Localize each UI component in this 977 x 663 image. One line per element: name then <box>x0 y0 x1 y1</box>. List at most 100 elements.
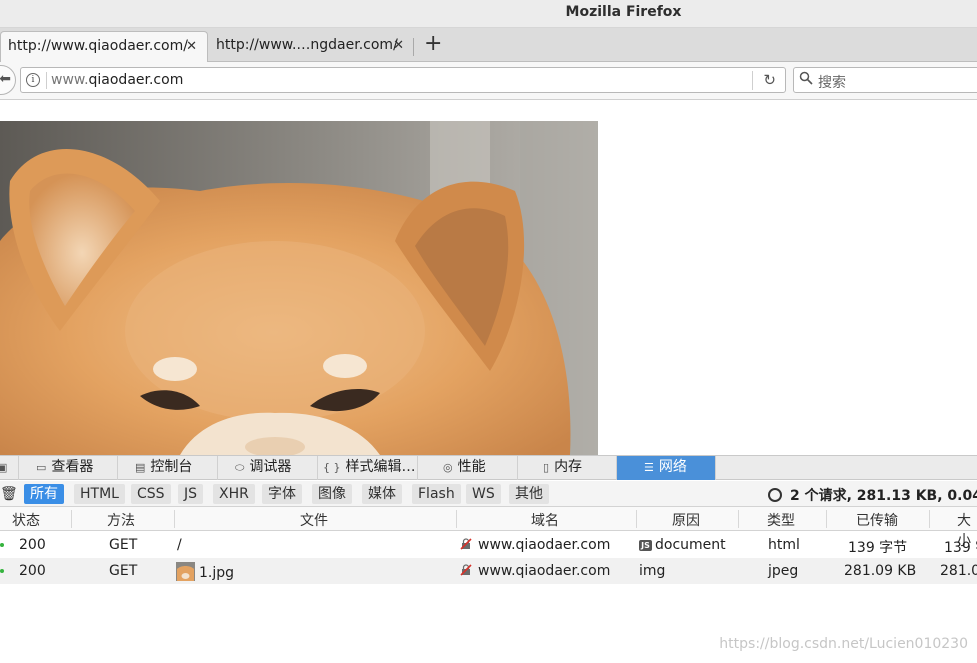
memory-icon: ▯ <box>543 461 550 474</box>
col-cause[interactable]: 原因 <box>672 510 700 530</box>
domain-text: www.qiaodaer.com <box>478 537 611 553</box>
status-ok-indicator <box>0 569 4 573</box>
tab-strip: http://www.qiaodaer.com/ ✕ http://www.…n… <box>0 28 977 62</box>
dog-image <box>0 121 598 455</box>
request-summary: 2 个请求, 281.13 KB, 0.04 秒 <box>768 485 977 505</box>
cell-file: 1.jpg <box>176 562 234 581</box>
devtools-tab-label: 样式编辑… <box>345 459 416 475</box>
image-thumbnail-icon <box>176 562 195 581</box>
filter-xhr[interactable]: XHR <box>213 484 255 504</box>
close-icon[interactable]: ✕ <box>393 38 404 53</box>
back-arrow-icon: ⬅ <box>0 71 11 87</box>
url-prefix: www. <box>51 72 89 88</box>
status-ok-indicator <box>0 543 4 547</box>
back-button[interactable]: ⬅ <box>0 65 16 95</box>
network-filter-bar: 🗑 所有 HTML CSS JS XHR 字体 图像 媒体 Flash WS 其… <box>0 481 977 507</box>
url-divider <box>46 72 47 89</box>
search-input[interactable]: 搜索 <box>793 67 977 93</box>
column-divider <box>929 510 930 528</box>
devtools-tab-console[interactable]: ▤ 控制台 <box>118 456 218 480</box>
summary-text: 2 个请求, 281.13 KB, 0.04 秒 <box>790 488 977 504</box>
devtools-tab-label: 性能 <box>457 459 486 475</box>
filter-other[interactable]: 其他 <box>509 484 549 504</box>
devtools-toolbar: ▣ ▭ 查看器 ▤ 控制台 ⬭ 调试器 { } 样式编辑… ◎ 性能 ▯ 内存 ☰ 网络 <box>0 455 977 480</box>
filter-ws[interactable]: WS <box>466 484 501 504</box>
performance-icon: ◎ <box>443 461 453 474</box>
new-tab-button[interactable]: + <box>424 31 442 57</box>
cell-size: 281.09 KB <box>940 563 977 579</box>
style-editor-icon: { } <box>323 461 341 474</box>
cell-file: / <box>177 537 182 553</box>
col-file[interactable]: 文件 <box>300 510 328 530</box>
column-divider <box>456 510 457 528</box>
devtools-tab-style-editor[interactable]: { } 样式编辑… <box>318 456 418 480</box>
col-transferred[interactable]: 已传输 <box>856 510 898 530</box>
cell-domain: www.qiaodaer.com <box>460 537 610 553</box>
performance-gauge-icon[interactable] <box>768 488 782 502</box>
filter-all[interactable]: 所有 <box>24 484 64 504</box>
filter-flash[interactable]: Flash <box>412 484 461 504</box>
table-row[interactable]: 200 GET 1.jpg www.qiaodaer.com img jpeg … <box>0 558 977 584</box>
col-domain[interactable]: 域名 <box>531 510 559 530</box>
file-name: 1.jpg <box>199 565 235 581</box>
devtools-tab-label: 内存 <box>554 459 583 475</box>
tab-label: http://www.qiaodaer.com/ <box>8 38 188 54</box>
tab-qiaodaer[interactable]: http://www.qiaodaer.com/ ✕ <box>0 31 208 62</box>
cause-text: document <box>655 537 726 553</box>
url-host: qiaodaer.com <box>88 72 184 88</box>
cell-cause: img <box>639 563 666 579</box>
column-divider <box>71 510 72 528</box>
devtools-tab-performance[interactable]: ◎ 性能 <box>418 456 518 480</box>
search-icon <box>799 71 813 89</box>
filter-css[interactable]: CSS <box>131 484 171 504</box>
shiba-illustration <box>0 121 598 455</box>
close-icon[interactable]: ✕ <box>186 39 197 54</box>
cell-status: 200 <box>19 537 46 553</box>
devtools-tab-label: 调试器 <box>249 459 292 475</box>
column-divider <box>738 510 739 528</box>
tab-separator <box>413 38 414 56</box>
url-bar[interactable]: i www.qiaodaer.com ↻ <box>20 67 786 93</box>
column-divider <box>636 510 637 528</box>
navigation-bar: ⬅ i www.qiaodaer.com ↻ 搜索 <box>0 62 977 100</box>
debugger-icon: ⬭ <box>235 461 245 474</box>
filter-js[interactable]: JS <box>178 484 204 504</box>
devtools-tab-debugger[interactable]: ⬭ 调试器 <box>218 456 318 480</box>
cell-type: jpeg <box>768 563 799 579</box>
col-method[interactable]: 方法 <box>107 510 135 530</box>
clear-requests-icon[interactable]: 🗑 <box>0 484 24 504</box>
cell-transferred: 139 字节 <box>848 540 908 556</box>
devtools-tab-network[interactable]: ☰ 网络 <box>617 456 716 480</box>
devtools-tab-label: 网络 <box>658 459 687 475</box>
devtools-tab-inspector[interactable]: ▭ 查看器 <box>19 456 118 480</box>
cell-method: GET <box>109 563 138 579</box>
url-text[interactable]: www.qiaodaer.com <box>51 72 183 88</box>
col-status[interactable]: 状态 <box>12 510 40 530</box>
element-picker-icon: ▣ <box>0 461 8 474</box>
js-badge-icon: JS <box>639 540 652 551</box>
cell-domain: www.qiaodaer.com <box>460 563 610 579</box>
devtools-tab-memory[interactable]: ▯ 内存 <box>518 456 617 480</box>
search-icon-graphic <box>799 71 813 85</box>
devtools-picker-button[interactable]: ▣ <box>0 456 19 480</box>
watermark-text: https://blog.csdn.net/Lucien010230 <box>719 636 968 652</box>
info-icon[interactable]: i <box>26 73 40 87</box>
domain-text: www.qiaodaer.com <box>478 563 611 579</box>
tab-second-site[interactable]: http://www.…ngdaer.com/ ✕ <box>209 31 414 62</box>
cell-size: 139 字节 <box>944 540 977 556</box>
col-type[interactable]: 类型 <box>767 510 795 530</box>
cell-transferred: 281.09 KB <box>844 563 917 579</box>
column-divider <box>826 510 827 528</box>
filter-html[interactable]: HTML <box>74 484 125 504</box>
inspector-icon: ▭ <box>36 461 47 474</box>
network-icon: ☰ <box>644 461 654 474</box>
reload-icon[interactable]: ↻ <box>763 71 776 89</box>
table-row[interactable]: 200 GET / www.qiaodaer.com JS document ht… <box>0 532 977 558</box>
filter-fonts[interactable]: 字体 <box>262 484 302 504</box>
filter-media[interactable]: 媒体 <box>362 484 402 504</box>
cell-method: GET <box>109 537 138 553</box>
window-titlebar: Mozilla Firefox <box>0 0 977 28</box>
filter-images[interactable]: 图像 <box>312 484 352 504</box>
cell-status: 200 <box>19 563 46 579</box>
devtools-tab-label: 控制台 <box>150 459 193 475</box>
